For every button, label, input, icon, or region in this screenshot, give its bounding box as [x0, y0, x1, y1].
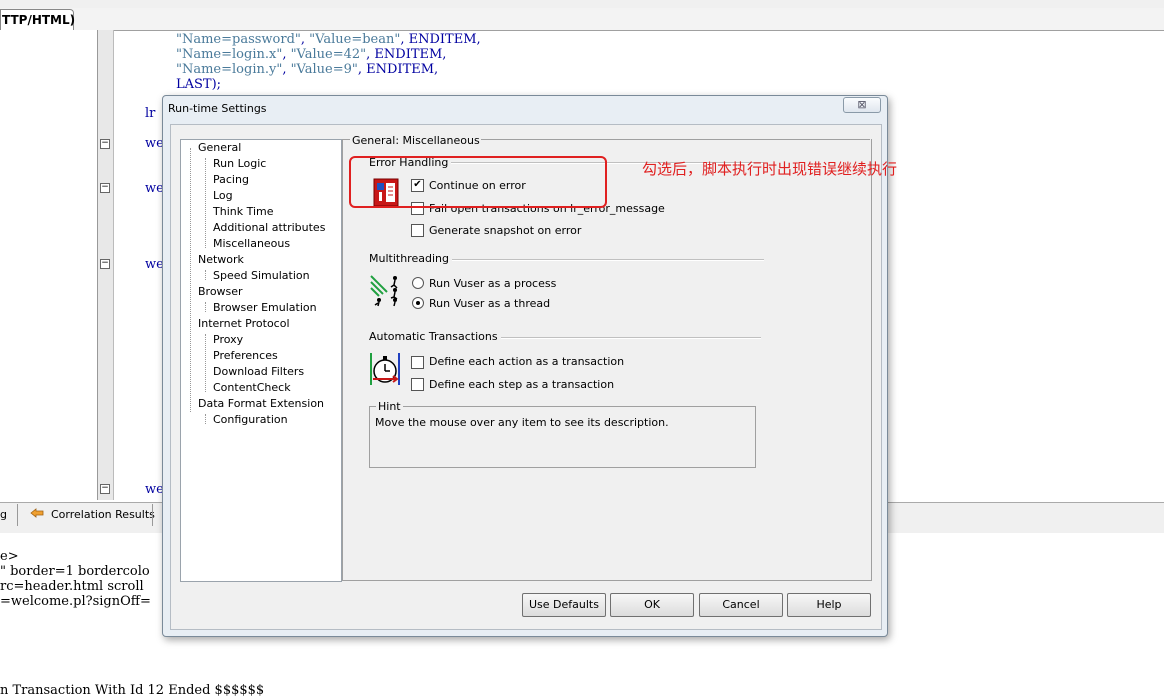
output-line: rc=header.html scroll — [0, 579, 144, 594]
tree-item-think-time[interactable]: Think Time — [213, 205, 274, 218]
annotation-highlight-box — [349, 156, 607, 208]
code-line: "Name=password", "Value=bean", ENDITEM, — [176, 32, 481, 47]
code-fragment: we — [145, 181, 164, 196]
tree-item-general[interactable]: General — [198, 141, 241, 154]
tab-correlation-results[interactable]: Correlation Results — [51, 503, 155, 527]
tab-divider — [17, 504, 18, 526]
tree-item-log[interactable]: Log — [213, 189, 233, 202]
run-as-thread-radio[interactable] — [412, 297, 424, 309]
tree-item-pacing[interactable]: Pacing — [213, 173, 249, 186]
fold-toggle-icon[interactable]: − — [100, 139, 110, 149]
group-label-multithreading: Multithreading — [369, 252, 452, 265]
tree-item-miscellaneous[interactable]: Miscellaneous — [213, 237, 290, 250]
code-fragment: we — [145, 136, 164, 151]
each-action-transaction-label: Define each action as a transaction — [429, 355, 625, 368]
code-line: "Name=login.x", "Value=42", ENDITEM, — [176, 47, 447, 62]
editor-left-margin — [0, 30, 97, 500]
panel-title: General: Miscellaneous — [351, 134, 481, 147]
tab-replay-log[interactable]: g — [0, 503, 7, 527]
code-line: LAST); — [176, 77, 222, 92]
tree-item-network[interactable]: Network — [198, 253, 244, 266]
code-line: "Name=login.y", "Value=9", ENDITEM, — [176, 62, 439, 77]
code-fragment: we — [145, 257, 164, 272]
hint-text: Move the mouse over any item to see its … — [375, 416, 669, 429]
output-line: " border=1 bordercolo — [0, 564, 150, 579]
tree-item-additional-attributes[interactable]: Additional attributes — [213, 221, 325, 234]
ok-button[interactable]: OK — [610, 593, 694, 617]
tree-item-preferences[interactable]: Preferences — [213, 349, 278, 362]
tree-connector — [205, 270, 207, 280]
tree-connector — [205, 302, 207, 312]
tab-script-http-html[interactable]: TTP/HTML) — [0, 9, 75, 30]
use-defaults-button[interactable]: Use Defaults — [522, 593, 606, 617]
group-label-automatic-transactions: Automatic Transactions — [369, 330, 501, 343]
generate-snapshot-label: Generate snapshot on error — [429, 224, 582, 237]
generate-snapshot-checkbox[interactable] — [411, 224, 424, 237]
each-step-transaction-checkbox[interactable] — [411, 378, 424, 391]
annotation-text: 勾选后，脚本执行时出现错误继续执行 — [642, 160, 898, 178]
help-button[interactable]: Help — [787, 593, 871, 617]
run-as-thread-label: Run Vuser as a thread — [429, 297, 551, 310]
tree-item-data-format-extension[interactable]: Data Format Extension — [198, 397, 324, 410]
output-line: =welcome.pl?signOff= — [0, 594, 151, 609]
panel-frame-top — [342, 139, 350, 140]
tree-connector — [205, 414, 207, 424]
tree-connector — [205, 334, 207, 392]
fold-toggle-icon[interactable]: − — [100, 183, 110, 193]
fold-toggle-icon[interactable]: − — [100, 259, 110, 269]
tree-item-download-filters[interactable]: Download Filters — [213, 365, 304, 378]
tree-item-proxy[interactable]: Proxy — [213, 333, 243, 346]
tree-item-speed-simulation[interactable]: Speed Simulation — [213, 269, 310, 282]
each-action-transaction-checkbox[interactable] — [411, 356, 424, 369]
tree-item-configuration[interactable]: Configuration — [213, 413, 288, 426]
run-as-process-radio[interactable] — [412, 277, 424, 289]
tree-item-browser[interactable]: Browser — [198, 285, 243, 298]
output-line: e> — [0, 549, 19, 564]
each-step-transaction-label: Define each step as a transaction — [429, 378, 615, 391]
tree-item-contentcheck[interactable]: ContentCheck — [213, 381, 291, 394]
tree-item-browser-emulation[interactable]: Browser Emulation — [213, 301, 317, 314]
tree-connector — [205, 158, 207, 248]
script-tab-strip — [0, 8, 1164, 31]
tree-item-internet-protocol[interactable]: Internet Protocol — [198, 317, 290, 330]
code-fragment: lr — [145, 106, 156, 121]
fold-toggle-icon[interactable]: − — [100, 484, 110, 494]
run-as-process-label: Run Vuser as a process — [429, 277, 557, 290]
cancel-button[interactable]: Cancel — [699, 593, 783, 617]
tab-divider — [152, 504, 153, 526]
tree-item-run-logic[interactable]: Run Logic — [213, 157, 266, 170]
tree-connector — [190, 148, 192, 412]
code-fragment: we — [145, 482, 164, 497]
dialog-title: Run-time Settings — [168, 102, 267, 115]
hint-label: Hint — [376, 400, 403, 413]
panel-frame-top — [463, 139, 870, 140]
output-line: n Transaction With Id 12 Ended $$$$$$ — [0, 683, 265, 698]
vuser-runners-icon — [369, 272, 401, 308]
stopwatch-icon — [369, 351, 401, 387]
close-button[interactable]: ⊠ — [843, 97, 881, 113]
correlation-icon — [30, 507, 44, 519]
